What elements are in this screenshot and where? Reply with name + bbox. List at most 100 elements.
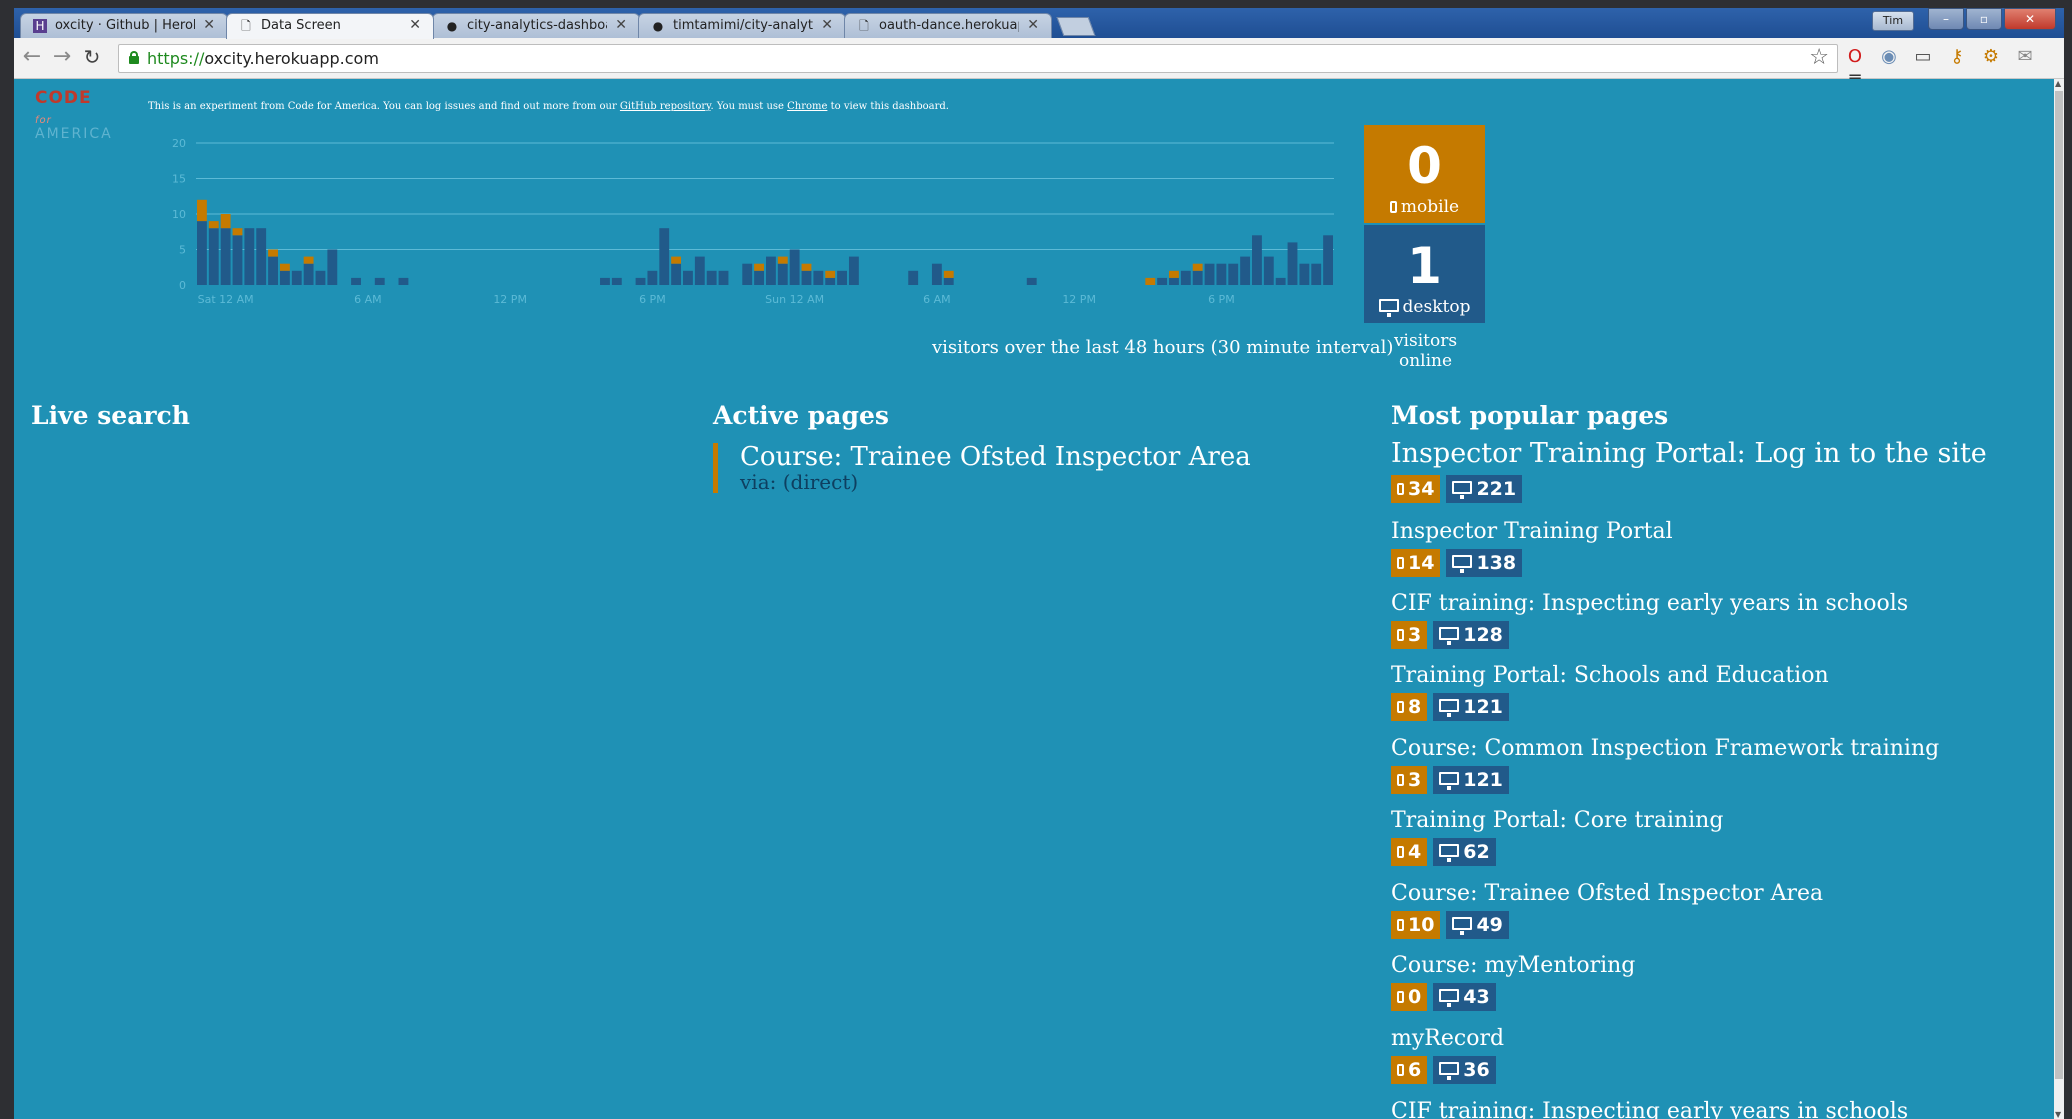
bar-desktop bbox=[1157, 277, 1168, 285]
popular-page-title: Course: myMentoring bbox=[1391, 953, 1636, 978]
mobile-icon bbox=[1397, 700, 1404, 713]
close-icon[interactable]: ✕ bbox=[821, 17, 833, 33]
github-icon: ● bbox=[446, 19, 458, 33]
browser-toolbar: ← → ↻ https://oxcity.herokuapp.com ☆ O ◉ ▭… bbox=[14, 38, 2064, 89]
browser-window: H oxcity · Github | Heroku ✕ 🗋 Data Scre… bbox=[14, 8, 2064, 1119]
close-icon[interactable]: ✕ bbox=[1027, 17, 1039, 33]
code-for-america-logo[interactable]: CODE for AMERICA bbox=[35, 88, 115, 142]
window-controls: – ▫ ✕ bbox=[1926, 8, 2056, 30]
tab-title: Data Screen bbox=[261, 18, 341, 33]
profile-button[interactable]: Tim bbox=[1872, 11, 1914, 31]
url-text[interactable]: https://oxcity.herokuapp.com bbox=[147, 49, 379, 68]
camera-icon[interactable]: ◉ bbox=[1878, 46, 1900, 68]
close-icon[interactable]: ✕ bbox=[615, 17, 627, 33]
bar-desktop bbox=[671, 263, 682, 285]
logo-america-text: AMERICA bbox=[35, 126, 113, 142]
bar-desktop bbox=[1275, 277, 1286, 285]
popular-page-title: CIF training: Inspecting early years in … bbox=[1391, 1099, 1909, 1119]
tab-title: oauth-dance.herokuapp.c bbox=[879, 18, 1019, 33]
minimize-button[interactable]: – bbox=[1928, 8, 1964, 30]
tab-oxcity-github[interactable]: H oxcity · Github | Heroku ✕ bbox=[20, 13, 228, 38]
mobile-count: 0 bbox=[1408, 986, 1422, 1008]
bar-desktop bbox=[647, 270, 658, 285]
y-tick-label: 15 bbox=[172, 173, 186, 186]
bar-desktop bbox=[279, 270, 290, 285]
page-icon: 🗋 bbox=[859, 19, 869, 33]
intro-text: This is an experiment from Code for Amer… bbox=[148, 101, 949, 112]
desktop-count-badge: 121 bbox=[1433, 693, 1509, 721]
desktop-count-badge: 49 bbox=[1446, 911, 1509, 939]
cast-icon[interactable]: ▭ bbox=[1912, 46, 1934, 68]
tab-oauth-dance[interactable]: 🗋 oauth-dance.herokuapp.c ✕ bbox=[844, 13, 1052, 38]
reload-button[interactable]: ↻ bbox=[80, 45, 104, 69]
desktop-count-badge: 221 bbox=[1446, 475, 1523, 503]
desktop-count: 138 bbox=[1476, 552, 1517, 574]
tab-city-analytics-dashboard[interactable]: ● city-analytics-dashboard/l ✕ bbox=[432, 13, 640, 38]
forward-button[interactable]: → bbox=[50, 45, 74, 69]
bar-mobile bbox=[1145, 277, 1156, 285]
bookmark-star-icon[interactable]: ☆ bbox=[1809, 46, 1829, 70]
bar-desktop bbox=[813, 270, 824, 285]
popular-page-title: Course: Common Inspection Framework trai… bbox=[1391, 736, 1940, 761]
x-tick-label: 12 PM bbox=[493, 293, 527, 306]
mobile-count: 3 bbox=[1408, 769, 1422, 791]
close-icon[interactable]: ✕ bbox=[409, 17, 421, 33]
chrome-link[interactable]: Chrome bbox=[787, 101, 827, 112]
desktop-icon bbox=[1439, 627, 1460, 645]
bar-desktop bbox=[600, 277, 610, 285]
new-tab-button[interactable] bbox=[1056, 17, 1096, 36]
mobile-count-badge: 8 bbox=[1391, 693, 1428, 721]
mobile-count: 10 bbox=[1408, 914, 1435, 936]
bar-desktop bbox=[1192, 270, 1203, 285]
bar-desktop bbox=[315, 270, 326, 285]
bar-mobile bbox=[825, 270, 836, 278]
mobile-icon bbox=[1397, 918, 1404, 931]
popular-page-item: Inspector Training Portal: Log in to the… bbox=[1391, 437, 1987, 503]
popular-page-item: Training Portal: Schools and Education 8… bbox=[1391, 663, 1829, 721]
scroll-up-icon[interactable]: ▲ bbox=[2055, 79, 2061, 88]
dashboard-page: CODE for AMERICA This is an experiment f… bbox=[14, 79, 2054, 1119]
bar-mobile bbox=[220, 214, 231, 229]
mobile-icon bbox=[1397, 845, 1404, 858]
page-icon: 🗋 bbox=[241, 19, 251, 33]
bar-desktop bbox=[931, 263, 942, 285]
popular-page-item: Training Portal: Core training 4 62 bbox=[1391, 808, 1723, 866]
close-icon[interactable]: ✕ bbox=[203, 17, 215, 33]
extension-off-icon[interactable]: ⚙ bbox=[1980, 46, 2002, 68]
mobile-count-badge: 3 bbox=[1391, 766, 1428, 794]
opera-icon[interactable]: O bbox=[1844, 46, 1866, 68]
bar-desktop bbox=[801, 270, 812, 285]
desktop-count: 36 bbox=[1463, 1059, 1490, 1081]
mobile-count: 3 bbox=[1408, 624, 1422, 646]
mail-icon[interactable]: ✉ bbox=[2014, 46, 2036, 68]
mobile-icon bbox=[1397, 773, 1404, 786]
url-host: oxcity.herokuapp.com bbox=[204, 49, 379, 68]
y-tick-label: 5 bbox=[179, 244, 186, 257]
bar-desktop bbox=[825, 277, 836, 285]
key-icon[interactable]: ⚷ bbox=[1946, 46, 1968, 68]
bar-desktop bbox=[1323, 235, 1333, 285]
tab-data-screen[interactable]: 🗋 Data Screen ✕ bbox=[226, 13, 434, 39]
popular-page-item: myRecord 6 36 bbox=[1391, 1026, 1504, 1084]
mobile-count-badge: 4 bbox=[1391, 838, 1428, 866]
intro-after: to view this dashboard. bbox=[827, 101, 949, 112]
active-page-item: Course: Trainee Ofsted Inspector Area vi… bbox=[713, 443, 1251, 493]
tab-timtamimi-city-analytics[interactable]: ● timtamimi/city-analytics-d ✕ bbox=[638, 13, 846, 38]
maximize-button[interactable]: ▫ bbox=[1966, 8, 2002, 30]
github-repository-link[interactable]: GitHub repository bbox=[620, 101, 711, 112]
vertical-scrollbar[interactable]: ▲ ▼ bbox=[2054, 79, 2064, 1119]
visitors-online-caption: visitors online bbox=[1393, 331, 1458, 371]
scrollbar-thumb[interactable] bbox=[2055, 91, 2063, 1079]
close-window-button[interactable]: ✕ bbox=[2004, 8, 2056, 30]
address-bar[interactable]: https://oxcity.herokuapp.com ☆ bbox=[118, 44, 1838, 73]
bar-desktop bbox=[1263, 256, 1274, 285]
y-tick-label: 10 bbox=[172, 208, 186, 221]
desktop-count: 128 bbox=[1463, 624, 1503, 646]
mobile-count-badge: 0 bbox=[1391, 983, 1428, 1011]
mobile-count: 34 bbox=[1408, 478, 1435, 500]
back-button[interactable]: ← bbox=[20, 45, 44, 69]
desktop-count: 49 bbox=[1476, 914, 1503, 936]
y-tick-label: 0 bbox=[179, 279, 186, 292]
scroll-down-icon[interactable]: ▼ bbox=[2055, 1110, 2061, 1119]
desktop-icon bbox=[1452, 917, 1473, 935]
